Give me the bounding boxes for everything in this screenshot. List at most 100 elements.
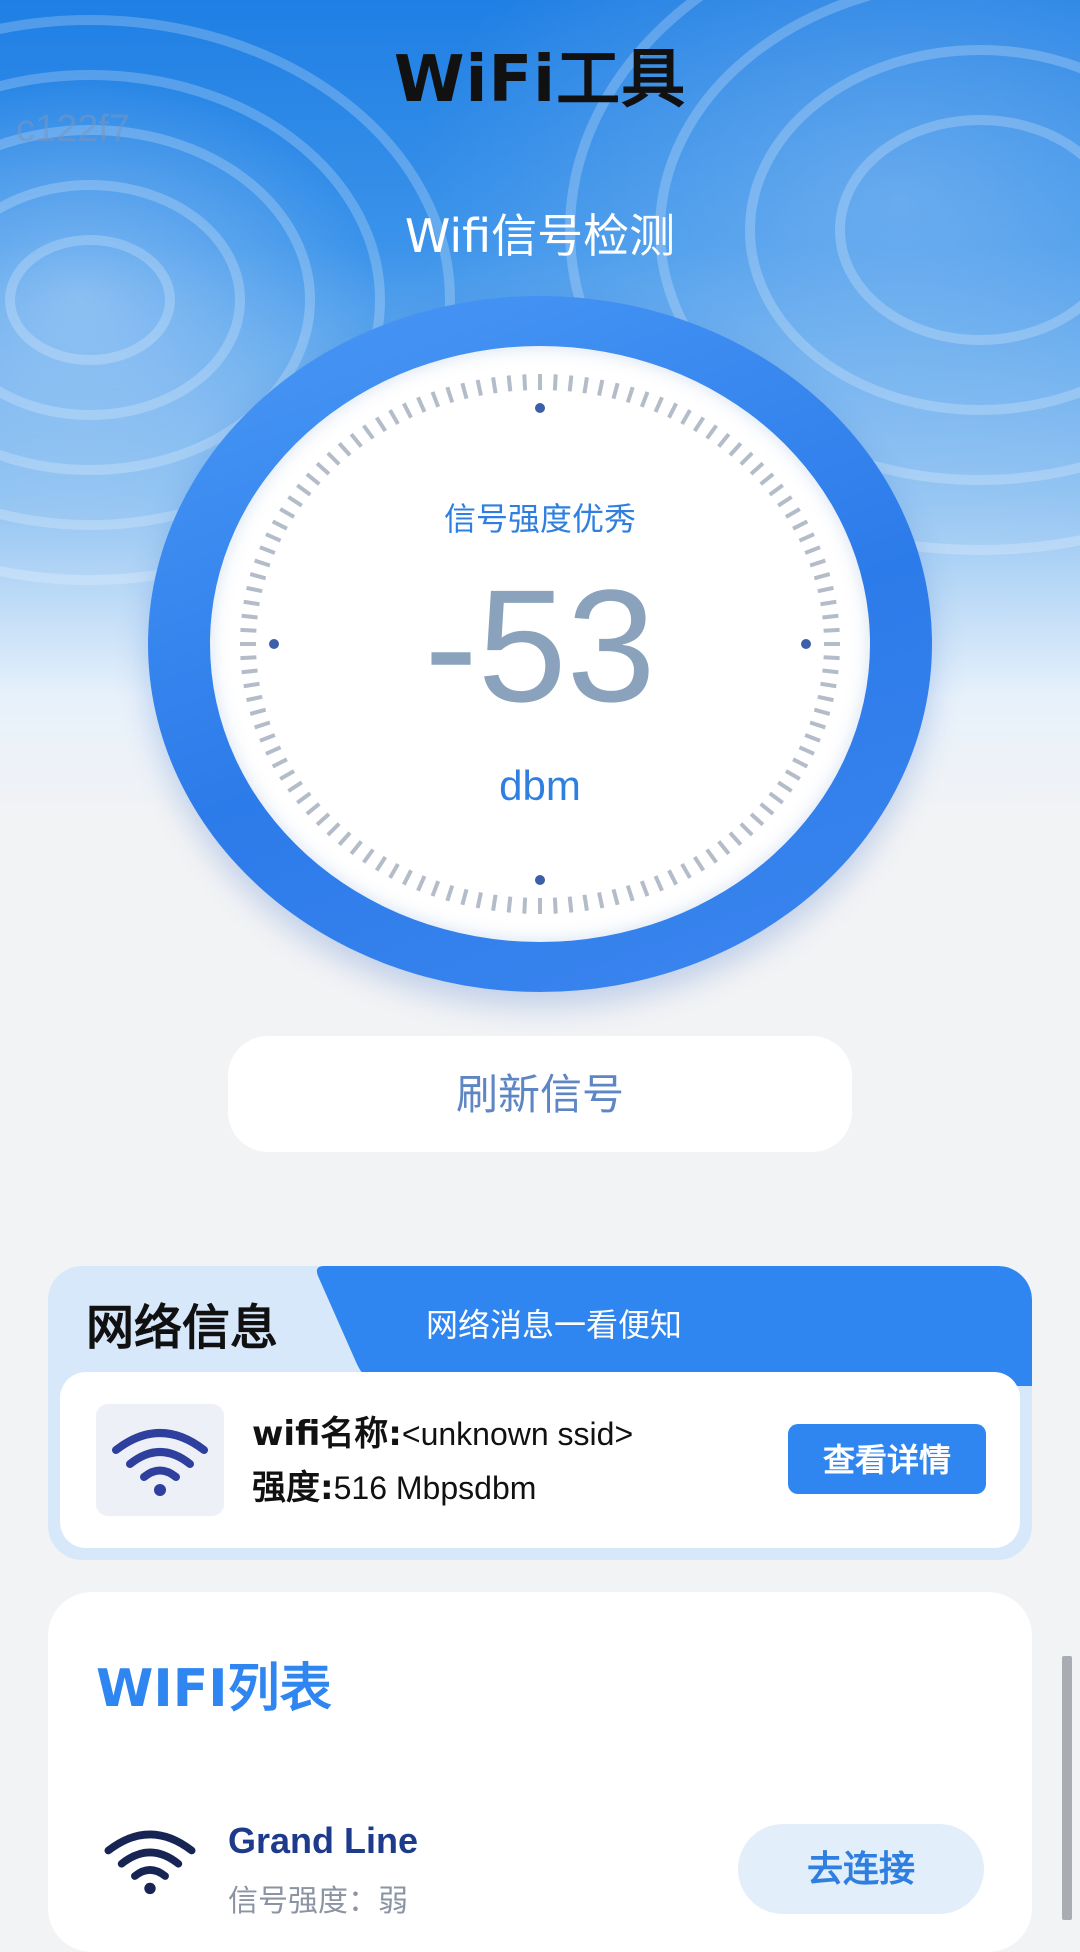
gauge-tick [680,862,692,879]
network-info-card: 网络信息 网络消息一看便知 wifi名称:<unknown ssid> 强度:5… [48,1266,1032,1560]
watermark-text: c122f7 [16,108,131,150]
gauge-tick [265,745,282,756]
gauge-tick [445,884,455,902]
gauge-tick [460,888,469,906]
gauge-tick [749,812,765,827]
view-details-button[interactable]: 查看详情 [788,1424,986,1494]
app-title: WiFi工具 [393,43,687,117]
gauge-tick [475,379,483,396]
gauge-tick [705,848,718,864]
connect-button[interactable]: 去连接 [738,1824,984,1914]
gauge-tick [717,840,731,856]
signal-unit: dbm [499,762,581,809]
wifi-network-name: Grand Line [228,1820,419,1861]
gauge-tick [349,432,363,448]
gauge-tick [522,374,528,391]
gauge-tick [693,855,706,872]
gauge-tick [337,442,352,457]
gauge-tick [728,831,743,846]
gauge-tick [597,379,605,396]
list-item[interactable]: Grand Line 信号强度：弱 去连接 [48,1800,1032,1920]
wifi-network-strength: 信号强度：弱 [228,1884,408,1919]
gauge-tick [522,897,528,914]
wifi-name-row: wifi名称:<unknown ssid> [252,1406,633,1455]
gauge-tick [552,374,558,391]
gauge-tick [804,545,821,555]
gauge-tick [374,855,387,872]
wifi-name-label: wifi名称: [252,1414,402,1454]
gauge-tick [705,424,718,440]
gauge-tick [326,822,341,837]
gauge-tick [809,558,826,568]
network-info-title: 网络信息 [86,1300,279,1356]
gauge-tick [402,402,413,419]
gauge-tick [305,472,321,486]
gauge-tick [739,451,754,466]
gauge-tick [597,892,605,909]
wifi-list-card: WIFI列表 Grand Line 信号强度：弱 去连接 [48,1592,1032,1952]
gauge-tick [582,894,589,911]
gauge-tick [491,894,498,911]
gauge-tick [653,875,664,892]
page-subtitle: Wifi信号检测 [404,209,676,263]
gauge-tick [388,409,400,426]
gauge-tick [337,831,352,846]
gauge-tick [460,382,469,400]
gauge-cardinal-dot [535,403,545,413]
gauge-tick [259,733,276,743]
gauge-tick [625,884,635,902]
gauge-tick [667,869,678,886]
signal-value: -53 [424,556,656,735]
network-info-subtitle: 网络消息一看便知 [426,1306,683,1344]
gauge-tick [254,558,271,568]
gauge-tick [717,432,731,448]
network-info-body: wifi名称:<unknown ssid> 强度:516 Mbpsdbm 查看详… [60,1372,1020,1548]
wifi-strength-label: 强度: [252,1468,334,1508]
gauge-tick [798,745,815,756]
gauge-tick [728,442,743,457]
gauge-tick [667,402,678,419]
gauge-tick [259,545,276,555]
signal-gauge: 信号强度优秀 -53 dbm [148,296,932,992]
gauge-tick [326,451,341,466]
gauge-tick [582,377,589,394]
gauge-tick [567,896,574,913]
refresh-signal-button[interactable]: 刷新信号 [228,1036,852,1152]
gauge-tick [416,875,427,892]
gauge-tick [506,896,513,913]
gauge-tick [639,391,650,408]
gauge-tick [680,409,692,426]
signal-status-label: 信号强度优秀 [443,500,636,538]
gauge-tick [611,382,620,400]
gauge-tick [475,892,483,909]
gauge-tick [315,461,331,476]
gauge-cardinal-dot [535,875,545,885]
gauge-tick [552,897,558,914]
scrollbar[interactable] [1062,1656,1072,1920]
wifi-name-value: <unknown ssid> [401,1416,634,1452]
gauge-tick [804,733,821,743]
gauge-tick [402,869,413,886]
gauge-tick [362,848,375,864]
wifi-icon-box [96,1404,224,1516]
wifi-icon [104,1830,196,1895]
gauge-tick [315,812,331,827]
gauge-tick [653,396,664,413]
wifi-strength-value: 516 Mbpsdbm [333,1470,537,1506]
gauge-tick [611,888,620,906]
gauge-tick [416,396,427,413]
gauge-tick [739,822,754,837]
gauge-tick [362,424,375,440]
gauge-tick [749,461,765,476]
gauge-tick [430,880,441,897]
gauge-tick [374,416,387,433]
gauge-tick [445,386,455,404]
gauge-tick [759,472,775,486]
wifi-strength-row: 强度:516 Mbpsdbm [252,1460,536,1509]
gauge-tick [567,375,574,392]
gauge-tick [491,377,498,394]
wifi-list-title: WIFI列表 [96,1659,332,1719]
wifi-icon [112,1429,208,1496]
gauge-tick [388,862,400,879]
gauge-tick [625,386,635,404]
